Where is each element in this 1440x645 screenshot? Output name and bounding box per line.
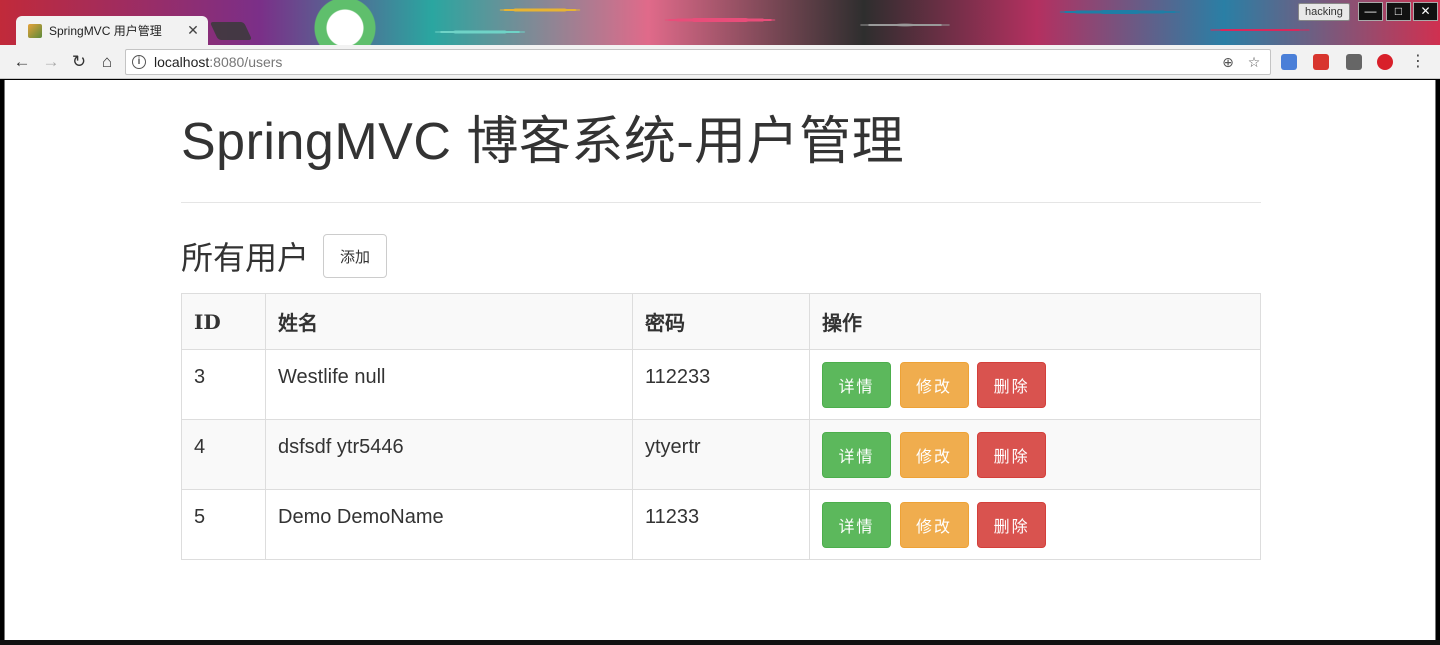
- cell-id: 5: [181, 489, 266, 560]
- extension-icon[interactable]: [1313, 54, 1329, 70]
- add-user-button[interactable]: 添加: [323, 234, 388, 278]
- url-text[interactable]: localhost:8080/users: [154, 54, 1212, 70]
- cell-actions: 详情 修改 删除: [809, 349, 1261, 420]
- favicon-icon: [28, 23, 42, 38]
- table-row: 5 Demo DemoName 11233 详情 修改 删除: [181, 489, 1261, 560]
- zoom-icon[interactable]: ⊕: [1218, 54, 1238, 71]
- table-header-row: ID 姓名 密码 操作: [181, 293, 1261, 350]
- cell-password: ytyertr: [632, 419, 810, 490]
- cell-password: 11233: [632, 489, 810, 560]
- cell-id: 4: [181, 419, 266, 490]
- edit-button[interactable]: 修改: [899, 362, 969, 408]
- close-tab-icon[interactable]: ✕: [186, 22, 200, 39]
- address-bar[interactable]: i localhost:8080/users ⊕ ☆: [125, 49, 1271, 75]
- cell-id: 3: [181, 349, 266, 420]
- menu-kebab-icon[interactable]: ⋮: [1410, 51, 1426, 71]
- cell-actions: 详情 修改 删除: [809, 489, 1261, 560]
- detail-button[interactable]: 详情: [822, 362, 891, 408]
- content-container: SpringMVC 博客系统-用户管理 所有用户 添加 ID 姓名 密码 操作 …: [181, 80, 1261, 560]
- detail-button[interactable]: 详情: [822, 432, 891, 478]
- bookmark-star-icon[interactable]: ☆: [1244, 54, 1264, 71]
- column-header-password: 密码: [632, 293, 810, 350]
- close-window-button[interactable]: ✕: [1413, 2, 1438, 21]
- detail-button[interactable]: 详情: [822, 502, 891, 548]
- users-table: ID 姓名 密码 操作 3 Westlife null 112233 详情 修改…: [181, 293, 1261, 560]
- browser-toolbar: ← → ↻ ⌂ i localhost:8080/users ⊕ ☆ ⋮: [0, 45, 1440, 79]
- cell-name: dsfsdf ytr5446: [265, 419, 633, 490]
- delete-button[interactable]: 删除: [977, 502, 1047, 548]
- delete-button[interactable]: 删除: [977, 362, 1047, 408]
- window-bottom-border: [0, 640, 1440, 645]
- table-row: 4 dsfsdf ytr5446 ytyertr 详情 修改 删除: [181, 419, 1261, 490]
- extension-icon[interactable]: [1346, 54, 1362, 70]
- site-info-icon[interactable]: i: [132, 55, 146, 69]
- cell-actions: 详情 修改 删除: [809, 419, 1261, 490]
- edit-button[interactable]: 修改: [899, 432, 969, 478]
- forward-arrow-icon[interactable]: →: [40, 51, 62, 73]
- tab-title: SpringMVC 用户管理: [49, 24, 162, 38]
- back-arrow-icon[interactable]: ←: [11, 51, 33, 73]
- minimize-button[interactable]: —: [1358, 2, 1383, 21]
- cell-name: Westlife null: [265, 349, 633, 420]
- profile-badge[interactable]: hacking: [1298, 3, 1350, 21]
- table-row: 3 Westlife null 112233 详情 修改 删除: [181, 349, 1261, 420]
- maximize-button[interactable]: □: [1386, 2, 1411, 21]
- column-header-id: ID: [181, 293, 266, 350]
- translate-extension-icon[interactable]: [1281, 54, 1297, 70]
- delete-button[interactable]: 删除: [977, 432, 1047, 478]
- section-title: 所有用户: [181, 239, 310, 277]
- column-header-actions: 操作: [809, 293, 1261, 350]
- edit-button[interactable]: 修改: [899, 502, 969, 548]
- page-viewport: SpringMVC 博客系统-用户管理 所有用户 添加 ID 姓名 密码 操作 …: [4, 80, 1436, 640]
- extension-icon[interactable]: [1377, 54, 1393, 70]
- home-icon[interactable]: ⌂: [96, 51, 118, 73]
- section-header: 所有用户 添加: [181, 233, 1261, 279]
- cell-password: 112233: [632, 349, 810, 420]
- browser-tab[interactable]: SpringMVC 用户管理 ✕: [16, 16, 208, 45]
- reload-icon[interactable]: ↻: [68, 51, 90, 73]
- cell-name: Demo DemoName: [265, 489, 633, 560]
- column-header-name: 姓名: [265, 293, 633, 350]
- divider: [181, 202, 1261, 203]
- page-title: SpringMVC 博客系统-用户管理: [181, 113, 905, 171]
